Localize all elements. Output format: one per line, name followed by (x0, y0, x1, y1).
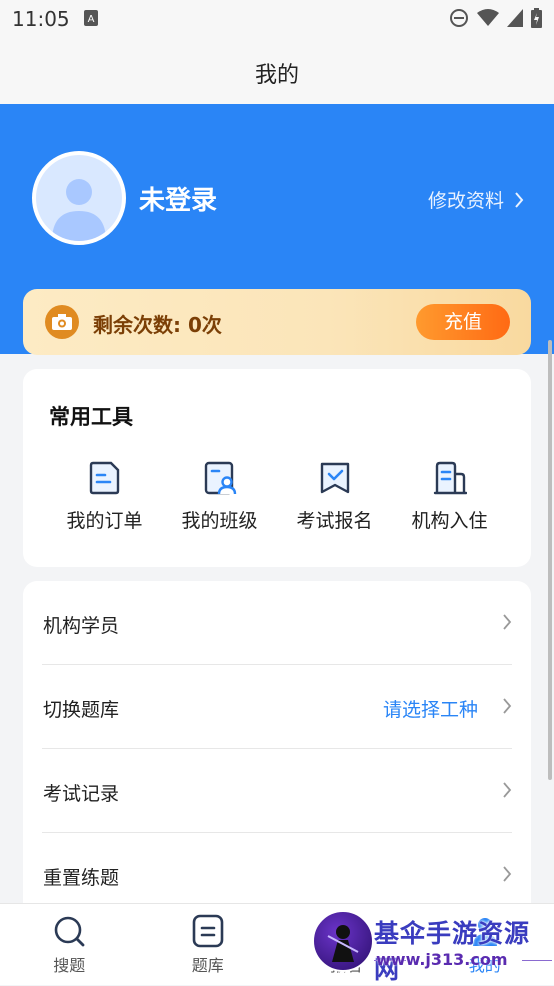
app-bar: 我的 (0, 38, 554, 104)
scrollbar[interactable] (548, 340, 552, 780)
tool-label: 我的订单 (47, 506, 162, 533)
list-item-institution-students[interactable]: 机构学员 (42, 581, 512, 665)
question-bank-icon (191, 914, 225, 948)
tab-label: 报名 (277, 952, 416, 976)
common-tools-card: 常用工具 我的订单 我的班级 考试报名 (23, 369, 531, 567)
list-item-label: 切换题库 (43, 695, 119, 722)
signup-icon (329, 914, 363, 948)
tab-profile[interactable]: 我的 (416, 904, 554, 985)
search-icon (52, 914, 86, 948)
common-tools-heading: 常用工具 (49, 401, 133, 431)
institution-icon (433, 460, 467, 496)
tool-my-class[interactable]: 我的班级 (162, 460, 277, 540)
status-time: 11:05 (12, 7, 70, 31)
battery-icon (531, 8, 542, 28)
list-item-reset-practice[interactable]: 重置练题 (42, 833, 512, 911)
svg-text:A: A (88, 14, 95, 25)
wifi-icon (477, 9, 499, 27)
status-bar: 11:05 A (0, 0, 554, 38)
settings-list: 机构学员 切换题库 请选择工种 考试记录 重置练题 (23, 581, 531, 911)
class-icon (203, 460, 237, 496)
list-item-switch-question-bank[interactable]: 切换题库 请选择工种 (42, 665, 512, 749)
tool-label: 考试报名 (277, 506, 392, 533)
profile-icon (468, 914, 502, 948)
chevron-right-icon (502, 865, 512, 883)
avatar[interactable] (32, 151, 126, 245)
bottom-tab-bar: 搜题 题库 报名 我的 (0, 903, 554, 985)
tab-signup[interactable]: 报名 (277, 904, 416, 985)
edit-profile-link[interactable]: 修改资料 (428, 186, 524, 213)
tools-grid: 我的订单 我的班级 考试报名 (23, 460, 531, 540)
remaining-count-text: 剩余次数: 0次 (93, 309, 222, 338)
edit-profile-label: 修改资料 (428, 186, 504, 213)
select-job-type-value: 请选择工种 (383, 695, 478, 722)
tool-institution-join[interactable]: 机构入住 (392, 460, 507, 540)
tab-question-bank[interactable]: 题库 (139, 904, 278, 985)
order-icon (88, 460, 122, 496)
tool-exam-signup[interactable]: 考试报名 (277, 460, 392, 540)
chevron-right-icon (514, 191, 524, 209)
default-avatar-icon (36, 155, 122, 241)
tool-label: 机构入住 (392, 506, 507, 533)
quota-card: 剩余次数: 0次 充值 (23, 289, 531, 355)
tab-search[interactable]: 搜题 (0, 904, 139, 985)
list-item-label: 考试记录 (43, 779, 119, 806)
chevron-right-icon (502, 697, 512, 715)
page-title: 我的 (0, 57, 554, 89)
chevron-right-icon (502, 781, 512, 799)
chevron-right-icon (502, 613, 512, 631)
do-not-disturb-icon (449, 8, 469, 28)
list-item-label: 机构学员 (43, 611, 119, 638)
signal-icon (507, 9, 523, 27)
sim-notification-icon: A (84, 10, 98, 26)
tab-label: 搜题 (0, 952, 139, 976)
tool-my-orders[interactable]: 我的订单 (47, 460, 162, 540)
list-item-label: 重置练题 (43, 863, 119, 890)
camera-icon (45, 305, 79, 339)
recharge-button[interactable]: 充值 (416, 304, 510, 340)
username[interactable]: 未登录 (139, 180, 217, 217)
tool-label: 我的班级 (162, 506, 277, 533)
tab-label: 我的 (416, 952, 554, 976)
tab-label: 题库 (139, 952, 278, 976)
list-item-exam-records[interactable]: 考试记录 (42, 749, 512, 833)
exam-signup-icon (318, 460, 352, 496)
